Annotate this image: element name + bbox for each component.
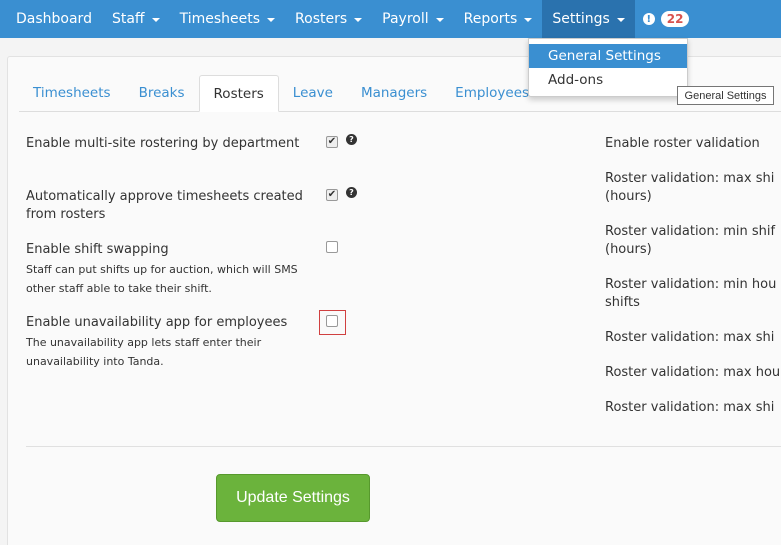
- setting-help-text: The unavailability app lets staff enter …: [26, 336, 262, 368]
- setting-label: Automatically approve timesheets created…: [26, 189, 303, 222]
- tooltip: General Settings: [677, 86, 774, 105]
- roster-validation-max-hours-label: Roster validation: max hou: [605, 365, 781, 380]
- nav-payroll[interactable]: Payroll: [372, 0, 453, 38]
- caret-down-icon: [616, 17, 625, 22]
- help-icon[interactable]: ?: [346, 187, 357, 198]
- tab-leave[interactable]: Leave: [279, 75, 347, 111]
- caret-down-icon: [151, 17, 160, 22]
- setting-label: Enable shift swapping: [26, 242, 169, 257]
- caret-down-icon: [354, 17, 363, 22]
- notification-badge: 22: [660, 11, 690, 27]
- setting-help-text: Staff can put shifts up for auction, whi…: [26, 263, 298, 295]
- divider: [26, 446, 781, 447]
- setting-shift-swapping: Enable shift swapping Staff can put shif…: [26, 241, 316, 298]
- tab-rosters[interactable]: Rosters: [198, 75, 279, 112]
- nav-staff-label: Staff: [111, 11, 145, 27]
- notifications[interactable]: ! 22: [635, 0, 698, 38]
- roster-validation-min-hours-label: Roster validation: min hou: [605, 277, 777, 292]
- roster-validation-max-shifts-label: Roster validation: max shi: [605, 330, 775, 345]
- nav-rosters-label: Rosters: [295, 11, 348, 27]
- help-icon[interactable]: ?: [346, 134, 357, 145]
- nav-rosters[interactable]: Rosters: [285, 0, 372, 38]
- roster-validation-max-shift-label: Roster validation: max shi: [605, 171, 775, 186]
- settings-dropdown-menu: General Settings Add-ons: [528, 38, 688, 97]
- tab-breaks[interactable]: Breaks: [125, 75, 199, 111]
- setting-label: Enable multi-site rostering by departmen…: [26, 136, 300, 151]
- tab-timesheets[interactable]: Timesheets: [19, 75, 125, 111]
- tab-managers[interactable]: Managers: [347, 75, 441, 111]
- setting-auto-approve-timesheets: Automatically approve timesheets created…: [26, 188, 316, 224]
- setting-label: Enable unavailability app for employees: [26, 315, 288, 330]
- nav-dashboard-label: Dashboard: [16, 11, 92, 27]
- auto-approve-timesheets-checkbox[interactable]: ✔: [326, 189, 338, 201]
- setting-unavailability-app: Enable unavailability app for employees …: [26, 314, 316, 371]
- multi-site-rostering-checkbox[interactable]: ✔: [326, 136, 338, 148]
- caret-down-icon: [524, 17, 533, 22]
- caret-down-icon: [267, 17, 276, 22]
- update-settings-button[interactable]: Update Settings: [216, 474, 370, 522]
- nav-timesheets[interactable]: Timesheets: [170, 0, 285, 38]
- nav-dashboard[interactable]: Dashboard: [6, 0, 102, 38]
- nav-payroll-label: Payroll: [382, 11, 429, 27]
- shift-swapping-checkbox[interactable]: [326, 241, 338, 253]
- roster-validation-unit: (hours): [605, 242, 652, 257]
- alert-icon: !: [642, 13, 655, 25]
- roster-validation-unit: shifts: [605, 295, 640, 310]
- nav-reports[interactable]: Reports: [454, 0, 543, 38]
- roster-validation-max-shifts-2-label: Roster validation: max shi: [605, 400, 775, 415]
- nav-timesheets-label: Timesheets: [179, 11, 261, 27]
- nav-reports-label: Reports: [463, 11, 518, 27]
- roster-validation-unit: (hours): [605, 189, 652, 204]
- unavailability-app-checkbox[interactable]: [326, 315, 338, 327]
- setting-multi-site-rostering: Enable multi-site rostering by departmen…: [26, 135, 316, 153]
- nav-settings-label: Settings: [552, 11, 610, 27]
- menu-item-general-settings[interactable]: General Settings: [529, 44, 687, 68]
- settings-panel: [7, 56, 781, 545]
- menu-item-add-ons[interactable]: Add-ons: [529, 68, 687, 92]
- nav-settings[interactable]: Settings: [542, 0, 635, 38]
- caret-down-icon: [435, 17, 444, 22]
- roster-validation-label: Enable roster validation: [605, 136, 760, 151]
- nav-staff[interactable]: Staff: [102, 0, 170, 38]
- top-navigation-bar: Dashboard Staff Timesheets Rosters Payro…: [0, 0, 781, 38]
- roster-validation-min-shift-label: Roster validation: min shif: [605, 224, 776, 239]
